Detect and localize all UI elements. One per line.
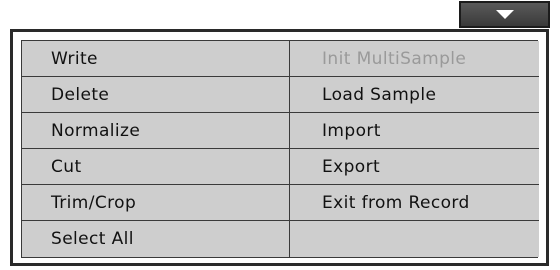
menu-item-exit-from-record[interactable]: Exit from Record [290, 185, 539, 221]
page-menu-panel: Write Init MultiSample Delete Load Sampl… [10, 29, 549, 266]
menu-item-empty [290, 221, 539, 257]
menu-dropdown-button[interactable] [459, 1, 550, 28]
menu-item-export[interactable]: Export [290, 149, 539, 185]
menu-item-load-sample[interactable]: Load Sample [290, 77, 539, 113]
menu-grid: Write Init MultiSample Delete Load Sampl… [21, 40, 539, 258]
menu-item-init-multisample: Init MultiSample [290, 41, 539, 77]
menu-item-normalize[interactable]: Normalize [22, 113, 290, 149]
menu-item-select-all[interactable]: Select All [22, 221, 290, 257]
menu-item-import[interactable]: Import [290, 113, 539, 149]
menu-item-delete[interactable]: Delete [22, 77, 290, 113]
menu-item-write[interactable]: Write [22, 41, 290, 77]
triangle-down-icon [495, 10, 514, 19]
menu-item-trim-crop[interactable]: Trim/Crop [22, 185, 290, 221]
menu-item-cut[interactable]: Cut [22, 149, 290, 185]
